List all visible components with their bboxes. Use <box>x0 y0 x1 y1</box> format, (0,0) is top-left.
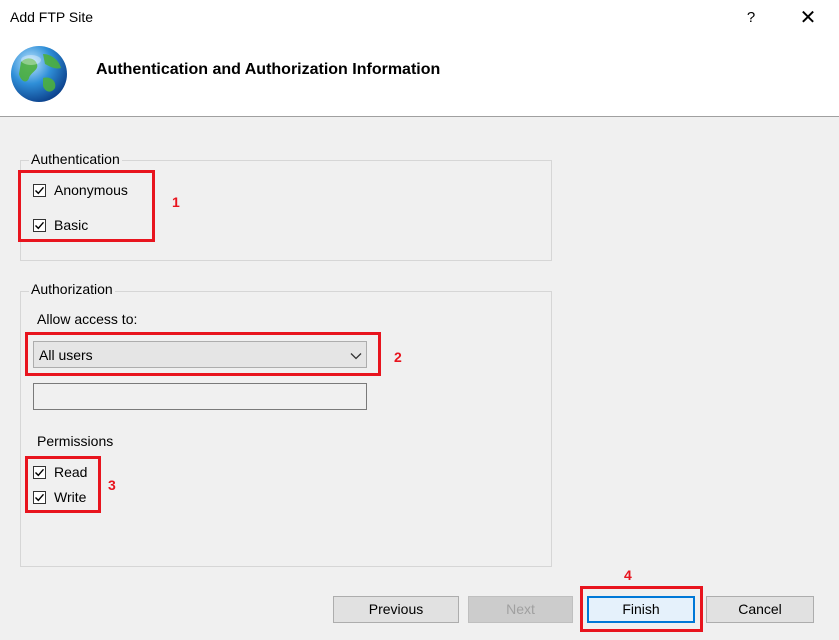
wizard-header: Authentication and Authorization Informa… <box>0 36 839 117</box>
annotation-box-3 <box>25 456 101 513</box>
title-bar: Add FTP Site ? ✕ <box>0 0 839 36</box>
page-title: Authentication and Authorization Informa… <box>96 61 441 78</box>
annotation-number-1: 1 <box>172 194 180 210</box>
allow-access-label: Allow access to: <box>37 311 138 327</box>
annotation-box-1 <box>18 170 155 242</box>
annotation-box-2 <box>25 332 381 376</box>
authentication-legend: Authentication <box>29 151 122 167</box>
close-button[interactable]: ✕ <box>793 4 823 32</box>
annotation-number-3: 3 <box>108 477 116 493</box>
annotation-box-4 <box>580 586 703 632</box>
previous-button[interactable]: Previous <box>333 596 459 623</box>
authorization-legend: Authorization <box>29 281 115 297</box>
annotation-number-4: 4 <box>624 567 632 583</box>
annotation-number-2: 2 <box>394 349 402 365</box>
permissions-label: Permissions <box>37 433 114 449</box>
globe-icon <box>11 46 67 102</box>
users-text-input[interactable] <box>33 383 367 410</box>
window-title: Add FTP Site <box>10 9 94 25</box>
cancel-button[interactable]: Cancel <box>706 596 814 623</box>
help-button[interactable]: ? <box>736 4 766 32</box>
next-button[interactable]: Next <box>468 596 573 623</box>
